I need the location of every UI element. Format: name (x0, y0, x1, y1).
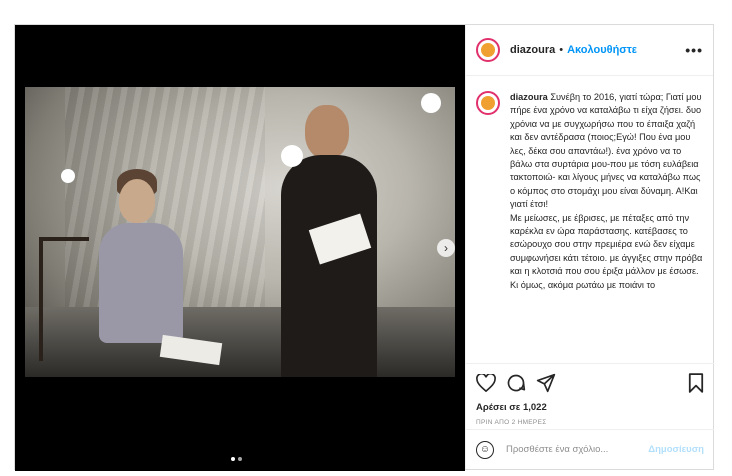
caption-text: diazoura Συνέβη το 2016, γιατί τώρα; Για… (510, 91, 704, 361)
comment-bar: ☺ Δημοσίευση (466, 429, 714, 469)
caption-body: Συνέβη το 2016, γιατί τώρα; Γιατί μου πή… (510, 92, 703, 290)
post-timestamp[interactable]: ΠΡΙΝ ΑΠΟ 2 ΗΜΕΡΕΣ (476, 419, 704, 426)
chair (39, 237, 89, 361)
carousel-indicator (231, 457, 242, 461)
person-seated (89, 169, 199, 359)
comment-icon[interactable] (506, 373, 526, 393)
next-slide-button[interactable]: › (437, 239, 455, 257)
post-comment-button[interactable]: Δημοσίευση (648, 444, 704, 455)
separator-dot: • (559, 44, 564, 56)
carousel-dot-active (231, 457, 235, 461)
username-link[interactable]: diazoura (510, 44, 555, 56)
bookmark-icon[interactable] (688, 373, 704, 393)
chevron-right-icon: › (444, 241, 448, 255)
post-actions: Αρέσει σε 1,022 ΠΡΙΝ ΑΠΟ 2 ΗΜΕΡΕΣ (466, 363, 714, 426)
likes-count[interactable]: Αρέσει σε 1,022 (476, 402, 704, 413)
carousel-dot (238, 457, 242, 461)
post-media[interactable]: › (15, 25, 465, 471)
post-sidebar: diazoura • Ακολουθήστε ••• diazoura Συνέ… (465, 25, 714, 469)
comment-input[interactable] (504, 443, 638, 456)
share-icon[interactable] (536, 373, 556, 393)
caption-username[interactable]: diazoura (510, 92, 548, 102)
tag-dot[interactable] (281, 145, 303, 167)
avatar[interactable] (476, 38, 500, 62)
post-card: › diazoura • Ακολουθήστε ••• diazoura Συ… (14, 24, 714, 471)
heart-icon[interactable] (476, 374, 496, 392)
emoji-icon[interactable]: ☺ (476, 440, 494, 459)
tag-dot[interactable] (61, 169, 75, 183)
follow-button[interactable]: Ακολουθήστε (567, 44, 637, 56)
post-photo[interactable] (25, 87, 455, 377)
avatar[interactable] (476, 91, 500, 115)
more-horizontal-icon[interactable]: ••• (685, 42, 703, 58)
caption: diazoura Συνέβη το 2016, γιατί τώρα; Για… (476, 91, 704, 361)
tag-dot[interactable] (421, 93, 441, 113)
post-header: diazoura • Ακολουθήστε ••• (466, 25, 713, 76)
